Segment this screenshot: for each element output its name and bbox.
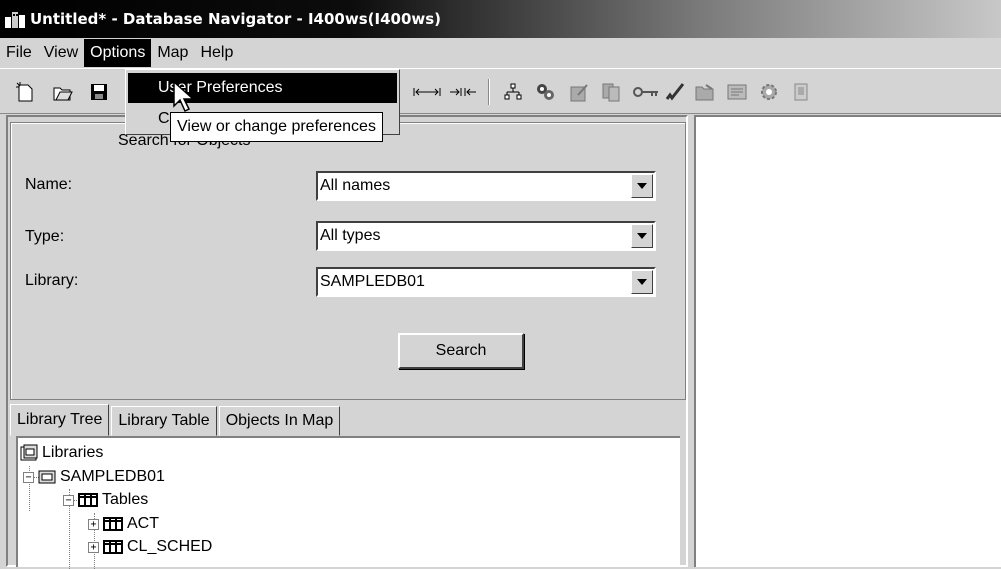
tab-objects-in-map[interactable]: Objects In Map [218,406,341,436]
expand-toggle-icon[interactable]: + [88,541,99,553]
menu-help[interactable]: Help [194,39,239,67]
save-icon[interactable] [88,81,110,103]
type-combo[interactable]: All types [316,221,656,251]
libraries-icon [20,444,38,462]
search-group [10,122,686,400]
gear-icon[interactable] [758,81,780,103]
window-title: Untitled* - Database Navigator - I400ws(… [30,10,442,28]
tree-node-sampledb01[interactable]: − SAMPLEDB01 [23,466,165,488]
collapse-toggle-icon[interactable]: − [23,471,34,483]
table-icon [78,493,98,507]
table-icon [103,517,123,531]
tab-strip: Library Tree Library Table Objects In Ma… [10,404,342,436]
tooltip: View or change preferences [170,112,383,142]
edit-icon[interactable] [568,81,590,103]
open-icon[interactable] [52,81,74,103]
tree-node-act[interactable]: + ACT [88,513,159,535]
copy-icon[interactable] [600,81,622,103]
name-combo[interactable]: All names [316,171,656,201]
menu-options[interactable]: Options [84,39,152,67]
type-value: All types [320,227,381,244]
collapse-icon[interactable] [448,81,478,103]
type-label: Type: [25,228,65,245]
collapse-toggle-icon[interactable]: − [63,494,74,506]
new-icon[interactable] [14,81,36,103]
relationship-icon[interactable] [502,81,524,103]
tree-node-libraries[interactable]: Libraries [20,442,103,464]
folder-link-icon[interactable] [694,81,716,103]
menu-item-user-preferences[interactable]: User Preferences [128,73,397,103]
chevron-down-icon[interactable] [631,270,653,294]
name-value: All names [320,177,391,194]
menu-file[interactable]: File [0,39,38,67]
expand-toggle-icon[interactable]: + [88,518,99,530]
name-label: Name: [25,176,73,193]
check-icon[interactable] [664,81,686,103]
map-pane[interactable] [694,115,1001,567]
menu-view[interactable]: View [38,39,84,67]
library-icon [38,469,56,485]
chevron-down-icon[interactable] [631,224,653,248]
menu-bar: File View Options Map Help [0,38,1001,68]
library-tree[interactable]: Libraries − SAMPLEDB01 − Tables + ACT + … [16,436,680,569]
library-combo[interactable]: SAMPLEDB01 [316,267,656,297]
title-bar: Untitled* - Database Navigator - I400ws(… [0,0,1001,38]
tab-library-table[interactable]: Library Table [111,406,217,436]
mouse-cursor-icon [173,80,195,113]
document-icon[interactable] [790,81,812,103]
tab-library-tree[interactable]: Library Tree [10,404,110,436]
app-icon [5,12,25,28]
menu-map[interactable]: Map [151,39,194,67]
library-value: SAMPLEDB01 [320,273,425,290]
tree-node-tables[interactable]: − Tables [63,489,148,511]
search-button[interactable]: Search [398,333,524,369]
library-label: Library: [25,272,79,289]
chevron-down-icon[interactable] [631,174,653,198]
view-icon[interactable] [726,81,748,103]
table-icon [103,540,123,554]
explain-icon[interactable] [534,81,556,103]
expand-icon[interactable] [412,81,442,103]
tree-node-cl-sched[interactable]: + CL_SCHED [88,536,212,558]
key-icon[interactable] [632,81,660,103]
